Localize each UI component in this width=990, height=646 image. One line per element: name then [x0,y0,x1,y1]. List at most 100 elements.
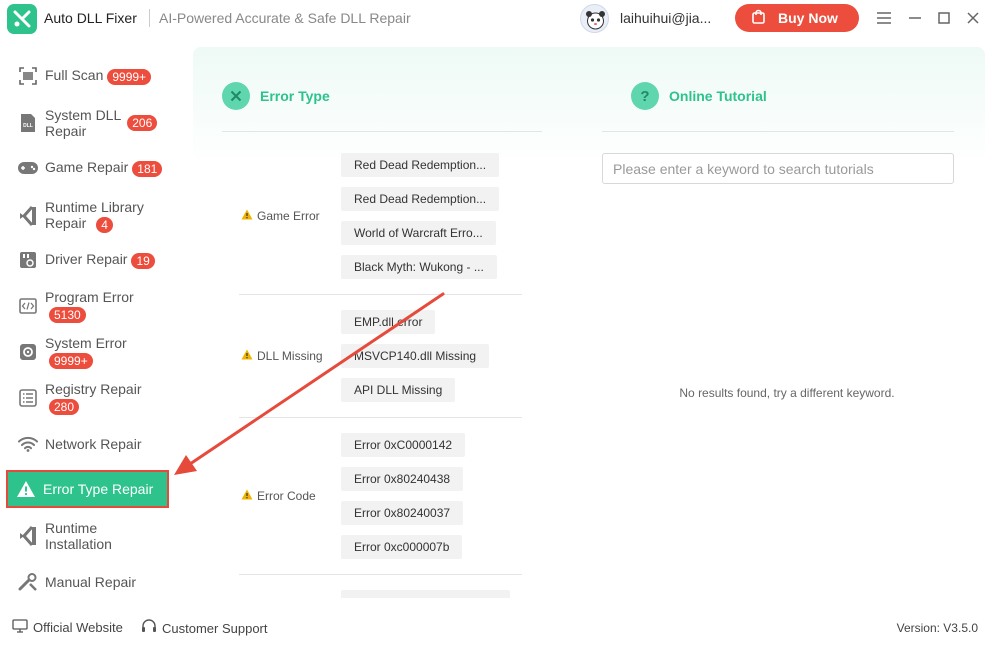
divider [602,131,954,132]
divider [222,131,542,132]
chip-game-error[interactable]: Red Dead Redemption... [341,187,500,211]
count-badge: 181 [132,160,163,177]
chip-dll-missing[interactable]: MSVCP140.dll Missing [341,344,490,368]
sidebar: Full Scan 9999+ DLL System DLL Repair 206 … [0,38,183,606]
sidebar-item-label-line2: Installation [45,536,112,552]
sidebar-item-registry-repair[interactable]: Registry Repair280 [8,381,168,415]
driver-icon [18,250,38,270]
no-results-text: No results found, try a different keywor… [679,386,895,400]
sidebar-item-game-repair[interactable]: Game Repair 181 [8,158,168,178]
chip-partial[interactable] [341,590,510,598]
sidebar-item-label: Driver Repair [45,251,128,268]
count-badge: 4 [96,216,113,233]
code-icon [18,296,38,316]
monitor-icon [12,619,28,636]
count-badge: 19 [131,252,155,269]
chip-error-code[interactable]: Error 0x80240037 [341,501,464,525]
chip-error-code[interactable]: Error 0xC0000142 [341,433,466,457]
close-circle-icon [222,82,250,110]
chip-game-error[interactable]: World of Warcraft Erro... [341,221,496,245]
sidebar-item-system-error[interactable]: System Error9999+ [8,335,168,369]
customer-support-link[interactable]: Customer Support [141,619,268,637]
sidebar-item-label: System Error [45,335,127,352]
app-title: Auto DLL Fixer [44,10,137,26]
sidebar-item-driver-repair[interactable]: Driver Repair 19 [8,250,168,270]
count-badge: 280 [49,398,80,415]
warning-icon [241,209,253,223]
sidebar-item-label: Full Scan [45,67,104,84]
online-tutorial-title: Online Tutorial [669,88,767,104]
buy-now-label: Buy Now [778,10,838,26]
install-icon [18,526,38,546]
title-divider [149,9,150,27]
app-logo-icon [7,4,37,34]
maximize-icon[interactable] [935,8,953,28]
count-badge: 206 [127,115,158,131]
app-subtitle: AI-Powered Accurate & Safe DLL Repair [159,10,411,26]
error-type-title: Error Type [260,88,330,104]
sidebar-item-manual-repair[interactable]: Manual Repair [8,572,168,592]
chip-game-error[interactable]: Black Myth: Wukong - ... [341,255,497,279]
sidebar-item-system-dll-repair[interactable]: DLL System DLL Repair 206 [8,106,168,140]
sidebar-item-label: Manual Repair [45,574,137,590]
sidebar-item-runtime-installation[interactable]: Runtime Installation [8,518,168,554]
sidebar-item-runtime-library-repair[interactable]: Runtime Library Repair 4 [8,198,168,234]
warning-icon [241,349,253,363]
title-bar: Auto DLL Fixer AI-Powered Accurate & Saf… [0,0,990,38]
tutorial-search-input[interactable] [602,153,954,184]
sidebar-item-program-error[interactable]: Program Error5130 [8,289,168,323]
group-label-game-error: Game Error [241,209,320,223]
chip-game-error[interactable]: Red Dead Redemption... [341,153,500,177]
sidebar-item-network-repair[interactable]: Network Repair [8,434,168,454]
runtime-icon [18,206,38,226]
wifi-icon [18,434,38,454]
svg-text:DLL: DLL [23,123,33,129]
warning-icon [241,489,253,503]
official-website-link[interactable]: Official Website [12,619,123,636]
group-label-error-code: Error Code [241,489,316,503]
buy-now-button[interactable]: Buy Now [735,4,859,32]
minimize-icon[interactable] [906,8,924,28]
footer: Official Website Customer Support Versio… [0,606,990,646]
dll-icon: DLL [18,113,38,133]
gamepad-icon [18,158,38,178]
sidebar-item-label: Error Type Repair [43,481,154,497]
wrench-icon [18,572,38,592]
sidebar-item-label: Network Repair [45,436,142,452]
main-panel: Error Type ? Online Tutorial Game Error … [193,47,985,598]
shopping-bag-icon [751,9,766,27]
sidebar-item-full-scan[interactable]: Full Scan 9999+ [8,66,168,86]
sidebar-item-label: Runtime Library [45,199,144,216]
close-icon[interactable] [964,8,982,28]
registry-icon [18,388,38,408]
divider [239,294,522,295]
scan-icon [18,66,38,86]
sidebar-item-label: Program Error [45,289,134,306]
gear-icon [18,342,38,362]
divider [239,574,522,575]
sidebar-item-label: Game Repair [45,159,129,176]
chip-error-code[interactable]: Error 0xc000007b [341,535,463,559]
count-badge: 5130 [49,306,86,323]
version-text: Version: V3.5.0 [896,621,978,635]
chip-error-code[interactable]: Error 0x80240438 [341,467,464,491]
menu-icon[interactable] [875,8,893,28]
divider [239,417,522,418]
sidebar-item-label-line2: Repair [45,215,87,232]
chip-dll-missing[interactable]: EMP.dll error [341,310,436,334]
warning-icon [16,479,36,499]
headset-icon [141,619,157,637]
sidebar-item-label: System DLL [45,107,122,123]
online-tutorial-header: ? Online Tutorial [631,82,767,110]
sidebar-item-label: Registry Repair [45,381,142,398]
sidebar-item-error-type-repair[interactable]: Error Type Repair [6,470,169,508]
avatar[interactable] [580,4,609,33]
error-type-header: Error Type [222,82,330,110]
help-circle-icon: ? [631,82,659,110]
sidebar-item-label: Runtime [45,520,98,536]
chip-dll-missing[interactable]: API DLL Missing [341,378,456,402]
count-badge: 9999+ [107,68,152,85]
username[interactable]: laihuihui@jia... [620,10,711,26]
sidebar-item-label-line2: Repair [45,123,87,139]
group-label-dll-missing: DLL Missing [241,349,323,363]
